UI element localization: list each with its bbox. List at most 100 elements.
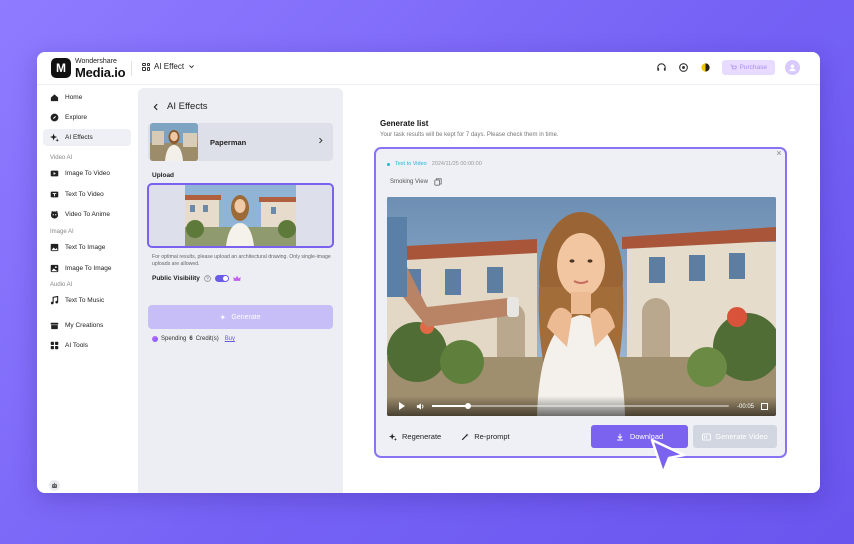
sidebar-item-home[interactable]: Home: [43, 89, 131, 106]
video-frame: [387, 197, 776, 416]
reprompt-button[interactable]: Re-prompt: [461, 432, 510, 441]
video-progress-knob[interactable]: [464, 403, 471, 409]
video-time: -00:05: [736, 404, 754, 410]
brand-logo[interactable]: M: [51, 58, 71, 78]
chevron-down-icon: [189, 65, 195, 69]
purchase-button[interactable]: Purchase: [721, 60, 775, 75]
user-avatar[interactable]: [785, 60, 800, 75]
video-progress-fill: [432, 405, 468, 407]
generate-video-button[interactable]: Generate Video: [693, 425, 777, 448]
theme-toggle-icon[interactable]: [700, 62, 712, 74]
upload-tip: For optimal results, please upload an ar…: [152, 254, 331, 268]
sidebar-item-label: Home: [65, 94, 83, 101]
play-icon[interactable]: [399, 402, 405, 410]
generate-video-label: Generate Video: [715, 432, 768, 441]
sidebar-item-label: Video To Anime: [65, 211, 110, 218]
status-dot: [387, 162, 390, 166]
back-arrow-icon[interactable]: [152, 103, 160, 111]
public-visibility-row: Public Visibility: [152, 275, 241, 282]
ai-effect-dropdown[interactable]: AI Effect: [142, 62, 195, 71]
brand-name[interactable]: Media.io: [75, 65, 126, 80]
sidebar-item-image-to-video[interactable]: Image To Video: [43, 165, 131, 182]
section-image-ai: Image AI: [50, 229, 74, 235]
support-icon[interactable]: [656, 62, 668, 74]
sidebar-item-image-to-image[interactable]: Image To Image: [43, 260, 131, 277]
copy-icon[interactable]: [434, 178, 442, 186]
sidebar-item-label: Explore: [65, 114, 88, 121]
generate-list-title: Generate list: [380, 119, 429, 128]
video-icon: [702, 432, 712, 441]
topbar-divider: [131, 61, 132, 76]
sparkle-icon: [50, 133, 59, 142]
upload-label: Upload: [152, 172, 175, 179]
sidebar-item-text-to-music[interactable]: Text To Music: [43, 292, 131, 309]
text-image-icon: [50, 243, 59, 252]
panel-header: AI Effects: [152, 101, 207, 112]
section-video-ai: Video AI: [50, 155, 73, 161]
spend-suffix: Credit(s): [195, 336, 219, 342]
settings-icon[interactable]: [678, 62, 690, 74]
home-icon: [50, 93, 59, 102]
folder-icon: [50, 321, 59, 330]
brand-company: Wondershare: [75, 58, 117, 65]
image-video-icon: [50, 169, 59, 178]
buy-link[interactable]: Buy: [225, 336, 235, 342]
task-preset-name: Smoking View: [390, 179, 428, 185]
generate-label: Generate: [231, 313, 261, 321]
upload-dropzone[interactable]: [147, 183, 334, 248]
task-timestamp: 2024/11/25 00:00:00: [431, 161, 482, 167]
text-video-icon: [50, 190, 59, 199]
image-image-icon: [50, 264, 59, 273]
sidebar-item-text-to-video[interactable]: Text To Video: [43, 186, 131, 203]
grid-icon: [142, 62, 150, 71]
sidebar-item-label: Text To Music: [65, 297, 105, 304]
fullscreen-icon[interactable]: [761, 403, 768, 410]
result-actions: Regenerate Re-prompt: [389, 432, 510, 441]
visibility-label: Public Visibility: [152, 275, 200, 282]
panel-title: AI Effects: [167, 101, 208, 112]
spend-count: 6: [189, 336, 193, 342]
result-card: Text to Video 2024/11/25 00:00:00 Smokin…: [374, 147, 787, 458]
sidebar-item-ai-tools[interactable]: AI Tools: [43, 337, 131, 354]
video-player[interactable]: -00:05: [387, 197, 776, 416]
sidebar: Home Explore AI Effects Video AI Image T…: [37, 85, 138, 493]
sidebar-item-label: Image To Video: [65, 170, 110, 177]
sparkle-icon: [389, 432, 397, 441]
sidebar-item-label: Image To Image: [65, 265, 112, 272]
apps-grid-icon: [50, 341, 59, 350]
preset-selector[interactable]: Paperman: [148, 123, 333, 161]
sidebar-item-text-to-image[interactable]: Text To Image: [43, 239, 131, 256]
reprompt-label: Re-prompt: [474, 432, 510, 441]
task-type: Text to Video: [395, 161, 427, 167]
sidebar-item-label: AI Effects: [65, 134, 93, 141]
compass-icon: [50, 113, 59, 122]
sidebar-item-video-to-anime[interactable]: Video To Anime: [43, 206, 131, 223]
purchase-label: Purchase: [739, 64, 767, 71]
sidebar-item-explore[interactable]: Explore: [43, 109, 131, 126]
user-icon: [789, 64, 796, 72]
spend-prefix: Spending: [161, 336, 187, 342]
volume-icon[interactable]: [416, 402, 425, 411]
sidebar-item-my-creations[interactable]: My Creations: [43, 317, 131, 334]
sidebar-item-label: My Creations: [65, 322, 104, 329]
sidebar-item-ai-effects[interactable]: AI Effects: [43, 129, 131, 146]
section-audio-ai: Audio AI: [50, 282, 73, 288]
chevron-right-icon: [317, 136, 324, 146]
regenerate-label: Regenerate: [402, 432, 442, 441]
download-icon: [617, 433, 623, 441]
ai-effect-label: AI Effect: [154, 62, 185, 71]
regenerate-button[interactable]: Regenerate: [389, 432, 441, 441]
app-window: M Wondershare Media.io AI Effect Purchas…: [37, 52, 820, 493]
music-note-icon: [50, 296, 59, 305]
effects-panel: AI Effects Paperman Upload For optimal r…: [138, 88, 343, 493]
visibility-toggle[interactable]: [214, 275, 229, 282]
close-icon[interactable]: [776, 150, 782, 158]
sidebar-item-label: AI Tools: [65, 342, 89, 349]
top-bar: M Wondershare Media.io AI Effect Purchas…: [37, 52, 820, 85]
preset-name: Paperman: [210, 138, 247, 147]
video-progress-track[interactable]: [432, 403, 729, 409]
generate-button[interactable]: Generate: [148, 305, 333, 329]
help-icon[interactable]: [204, 275, 211, 282]
robot-icon[interactable]: [49, 480, 60, 491]
anime-face-icon: [50, 210, 59, 219]
